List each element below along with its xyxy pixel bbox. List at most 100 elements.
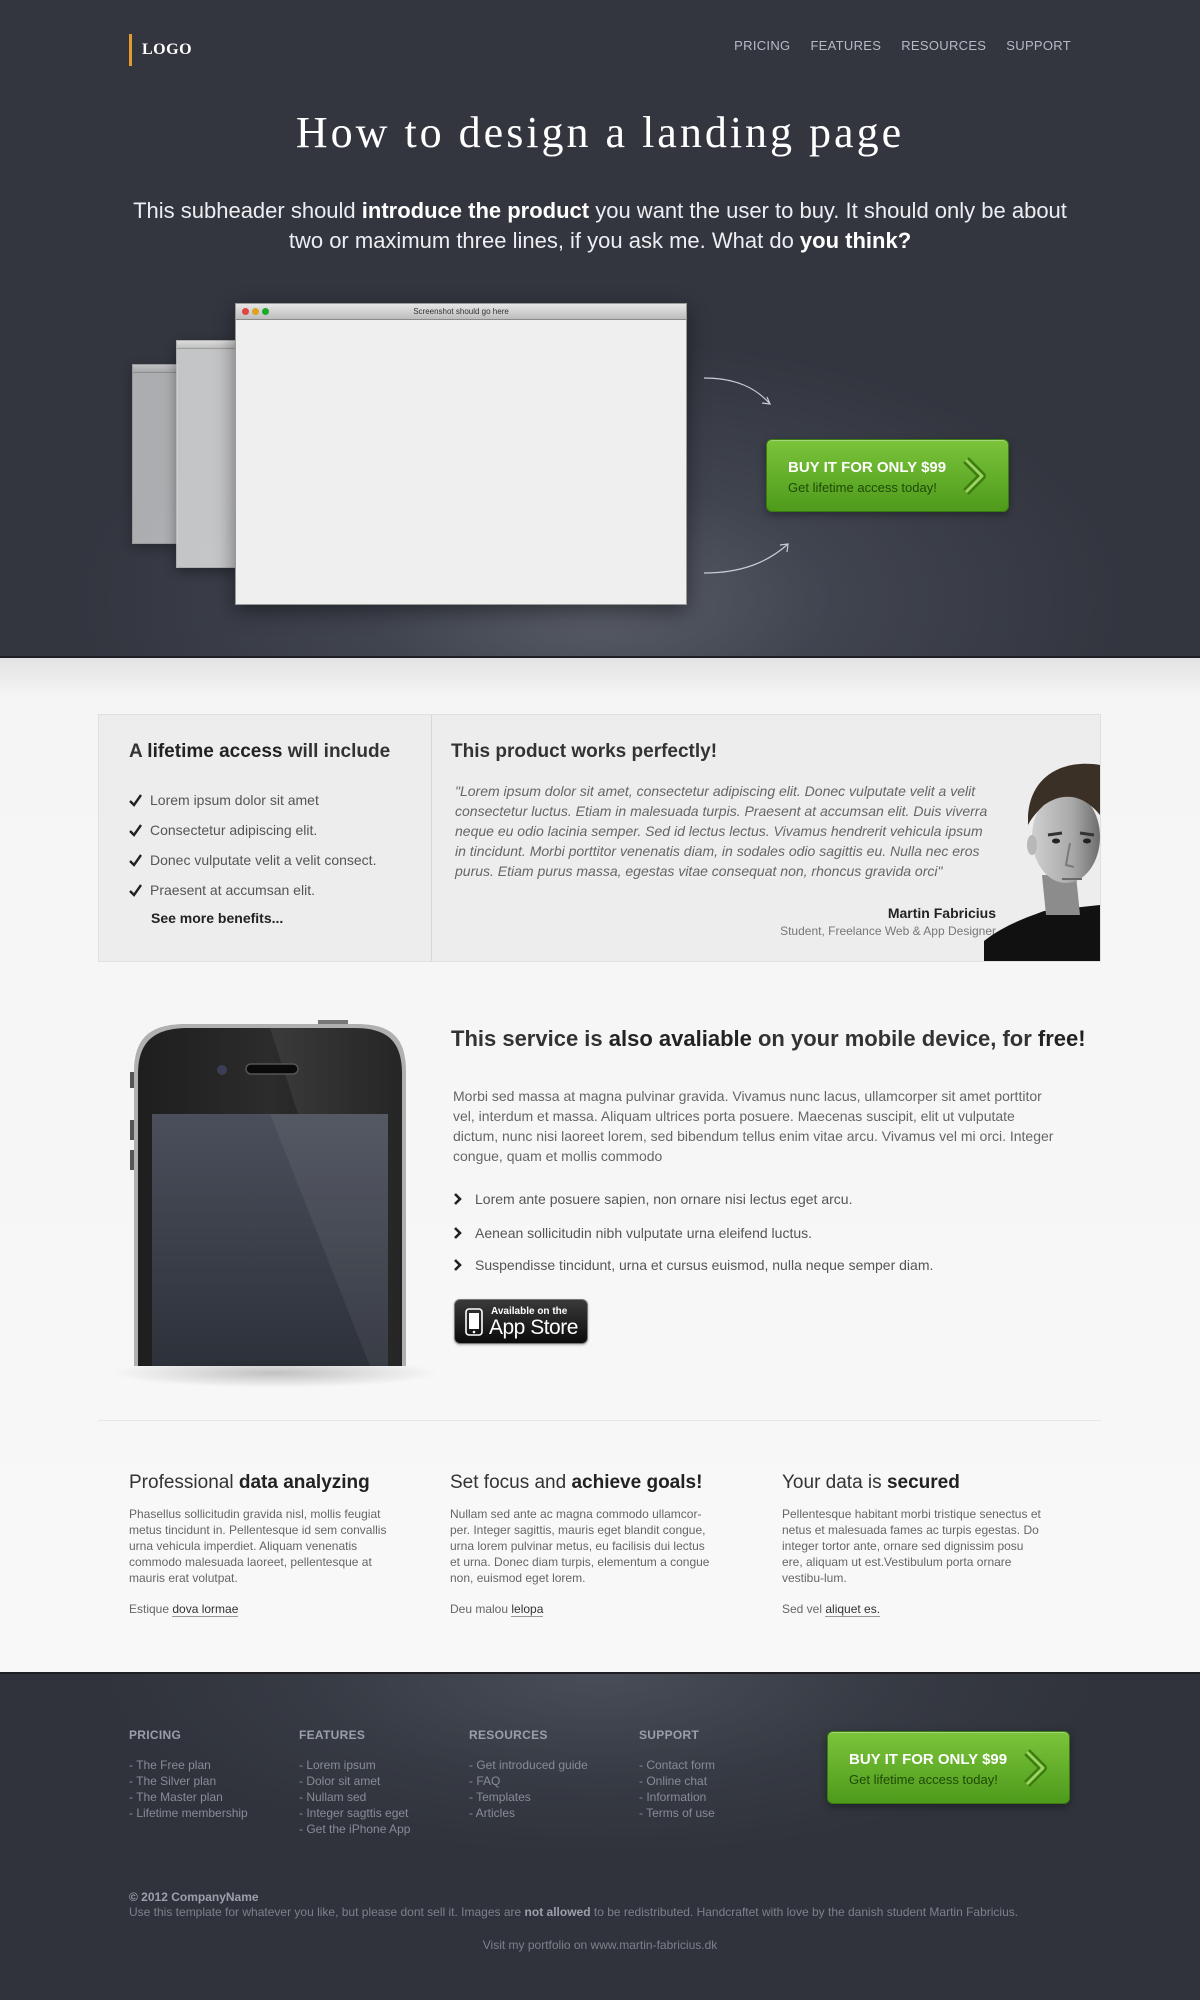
title-bold: also avaliable [608,1026,752,1051]
window-controls [242,308,269,315]
title-bold: perfectly! [631,741,718,762]
footer-link[interactable]: - Lorem ipsum [299,1758,410,1774]
screenshot-window: Screenshot should go here [235,303,687,605]
footer-link[interactable]: - Contact form [639,1758,715,1774]
feature-body: Pellentesque habitant morbi tristique se… [782,1507,1041,1585]
logo[interactable]: LOGO [129,34,192,66]
nav-pricing[interactable]: PRICING [734,38,790,53]
feature-title: Your data is secured [782,1472,1047,1506]
close-dot-icon [242,308,249,315]
benefit-text: Consectetur adipiscing elit. [150,822,318,838]
window-titlebar: Screenshot should go here [236,304,686,320]
footer-column-title: SUPPORT [639,1728,700,1742]
screenshot-ghost-middle [176,340,236,568]
list-item: Lorem ante posuere sapien, non ornare ni… [453,1184,933,1214]
hero-title: How to design a landing page [295,108,905,157]
testimonial-quote: "Lorem ipsum dolor sit amet, consectetur… [455,783,988,879]
footer-link[interactable]: - Nullam sed [299,1790,410,1806]
info-panel: A lifetime access will include Lorem ips… [98,714,1101,962]
footer-link[interactable]: - Integer sagttis eget [299,1806,410,1822]
curved-arrow-up-icon [703,543,789,574]
mobile-description: Morbi sed massa at magna pulvinar gravid… [453,1088,1054,1164]
feature-link[interactable]: aliquet es. [825,1602,881,1617]
buy-button-label: BUY IT FOR ONLY $99 [849,1751,1008,1768]
feature-title: Set focus and achieve goals! [450,1472,715,1506]
footer-link[interactable]: - Get the iPhone App [299,1822,410,1838]
nav-support[interactable]: SUPPORT [1006,38,1071,53]
list-item: Suspendisse tincidunt, urna et cursus eu… [453,1250,933,1280]
footer-link[interactable]: - The Silver plan [129,1774,248,1790]
feature-body: Nullam sed ante ac magna commodo ullamco… [450,1507,710,1585]
portfolio-link[interactable]: Visit my portfolio on www.martin-fabrici… [0,1938,1200,1952]
footer-link[interactable]: - The Free plan [129,1758,248,1774]
chevron-right-icon [454,1259,462,1271]
footer-link[interactable]: - Get introduced guide [469,1758,588,1774]
footer-link[interactable]: - Dolor sit amet [299,1774,410,1790]
hero-subtitle: This subheader should introduce the prod… [130,196,1070,256]
see-more-benefits-link[interactable]: See more benefits... [151,910,283,926]
screenshot-ghost-back [132,364,178,544]
panel-divider [431,715,432,961]
footer-link[interactable]: - Articles [469,1806,588,1822]
benefit-text: Lorem ipsum dolor sit amet [150,792,319,808]
footer-link[interactable]: - Terms of use [639,1806,715,1822]
footer-column-resources: RESOURCES - Get introduced guide - FAQ -… [469,1728,588,1822]
title-text: Professional [129,1472,239,1493]
title-text: on your mobile device, for [751,1026,1038,1051]
title-text: Your data is [782,1472,887,1493]
title-text: will include [282,741,391,762]
feature-link[interactable]: lelopa [511,1602,544,1617]
footer-link[interactable]: - Templates [469,1790,588,1806]
benefit-text: Donec vulputate velit a velit consect. [150,852,377,868]
section-divider [98,1420,1101,1421]
buy-button-footer[interactable]: BUY IT FOR ONLY $99 Get lifetime access … [827,1731,1070,1804]
avatar [984,763,1100,961]
chevron-right-icon [1024,1749,1047,1787]
phone-shadow [110,1358,440,1388]
checkmark-icon [129,853,142,867]
footer-link[interactable]: - Online chat [639,1774,715,1790]
benefits-list: Lorem ipsum dolor sit amet Consectetur a… [129,785,376,905]
testimonial-role: Student, Freelance Web & App Designer [780,924,996,938]
footer-link[interactable]: - The Master plan [129,1790,248,1806]
link-prefix: Estique [129,1602,173,1616]
nav-resources[interactable]: RESOURCES [901,38,986,53]
feature-link[interactable]: dova lormae [172,1602,239,1617]
iphone-icon [465,1308,483,1336]
mobile-feature-list: Lorem ante posuere sapien, non ornare ni… [453,1184,933,1280]
footer-column-pricing: PRICING - The Free plan - The Silver pla… [129,1728,248,1822]
iphone-image [130,1020,406,1366]
footer-link[interactable]: - FAQ [469,1774,588,1790]
subtitle-bold: introduce the product [361,198,590,223]
license-part: Use this template for whatever you like,… [129,1905,525,1919]
feature-title: Professional data analyzing [129,1472,394,1506]
lifetime-title: A lifetime access will include [129,741,390,763]
nav-features[interactable]: FEATURES [810,38,881,53]
footer: PRICING - The Free plan - The Silver pla… [0,1672,1200,2000]
footer-column-support: SUPPORT - Contact form - Online chat - I… [639,1728,715,1822]
title-text: A [129,741,148,762]
checkmark-icon [129,883,142,897]
footer-link[interactable]: - Lifetime membership [129,1806,248,1822]
checkmark-icon [129,793,142,807]
title-bold: achieve goals! [571,1472,703,1493]
feature-column: Set focus and achieve goals! Nullam sed … [450,1472,715,1617]
license-text: Use this template for whatever you like,… [129,1905,1018,1919]
subtitle-bold: you think? [799,228,912,253]
feature-text: Lorem ante posuere sapien, non ornare ni… [475,1191,853,1207]
feature-column: Professional data analyzing Phasellus so… [129,1472,394,1617]
footer-link[interactable]: - Information [639,1790,715,1806]
subtitle-text: This subheader should [133,198,362,223]
buy-button-hero[interactable]: BUY IT FOR ONLY $99 Get lifetime access … [766,439,1009,512]
app-store-button[interactable]: Available on the App Store [454,1299,588,1344]
feature-link-row: Sed vel aliquet es. [782,1602,881,1617]
title-text: Set focus and [450,1472,572,1493]
feature-text: Aenean sollicitudin nibh vulputate urna … [475,1225,813,1241]
feature-link-row: Estique dova lormae [129,1602,239,1617]
footer-column-title: RESOURCES [469,1728,548,1742]
mobile-title: This service is also avaliable on your m… [451,1026,1086,1052]
maximize-dot-icon [262,308,269,315]
list-item: Aenean sollicitudin nibh vulputate urna … [453,1216,933,1250]
feature-column: Your data is secured Pellentesque habita… [782,1472,1047,1617]
list-item: Donec vulputate velit a velit consect. [129,845,376,875]
